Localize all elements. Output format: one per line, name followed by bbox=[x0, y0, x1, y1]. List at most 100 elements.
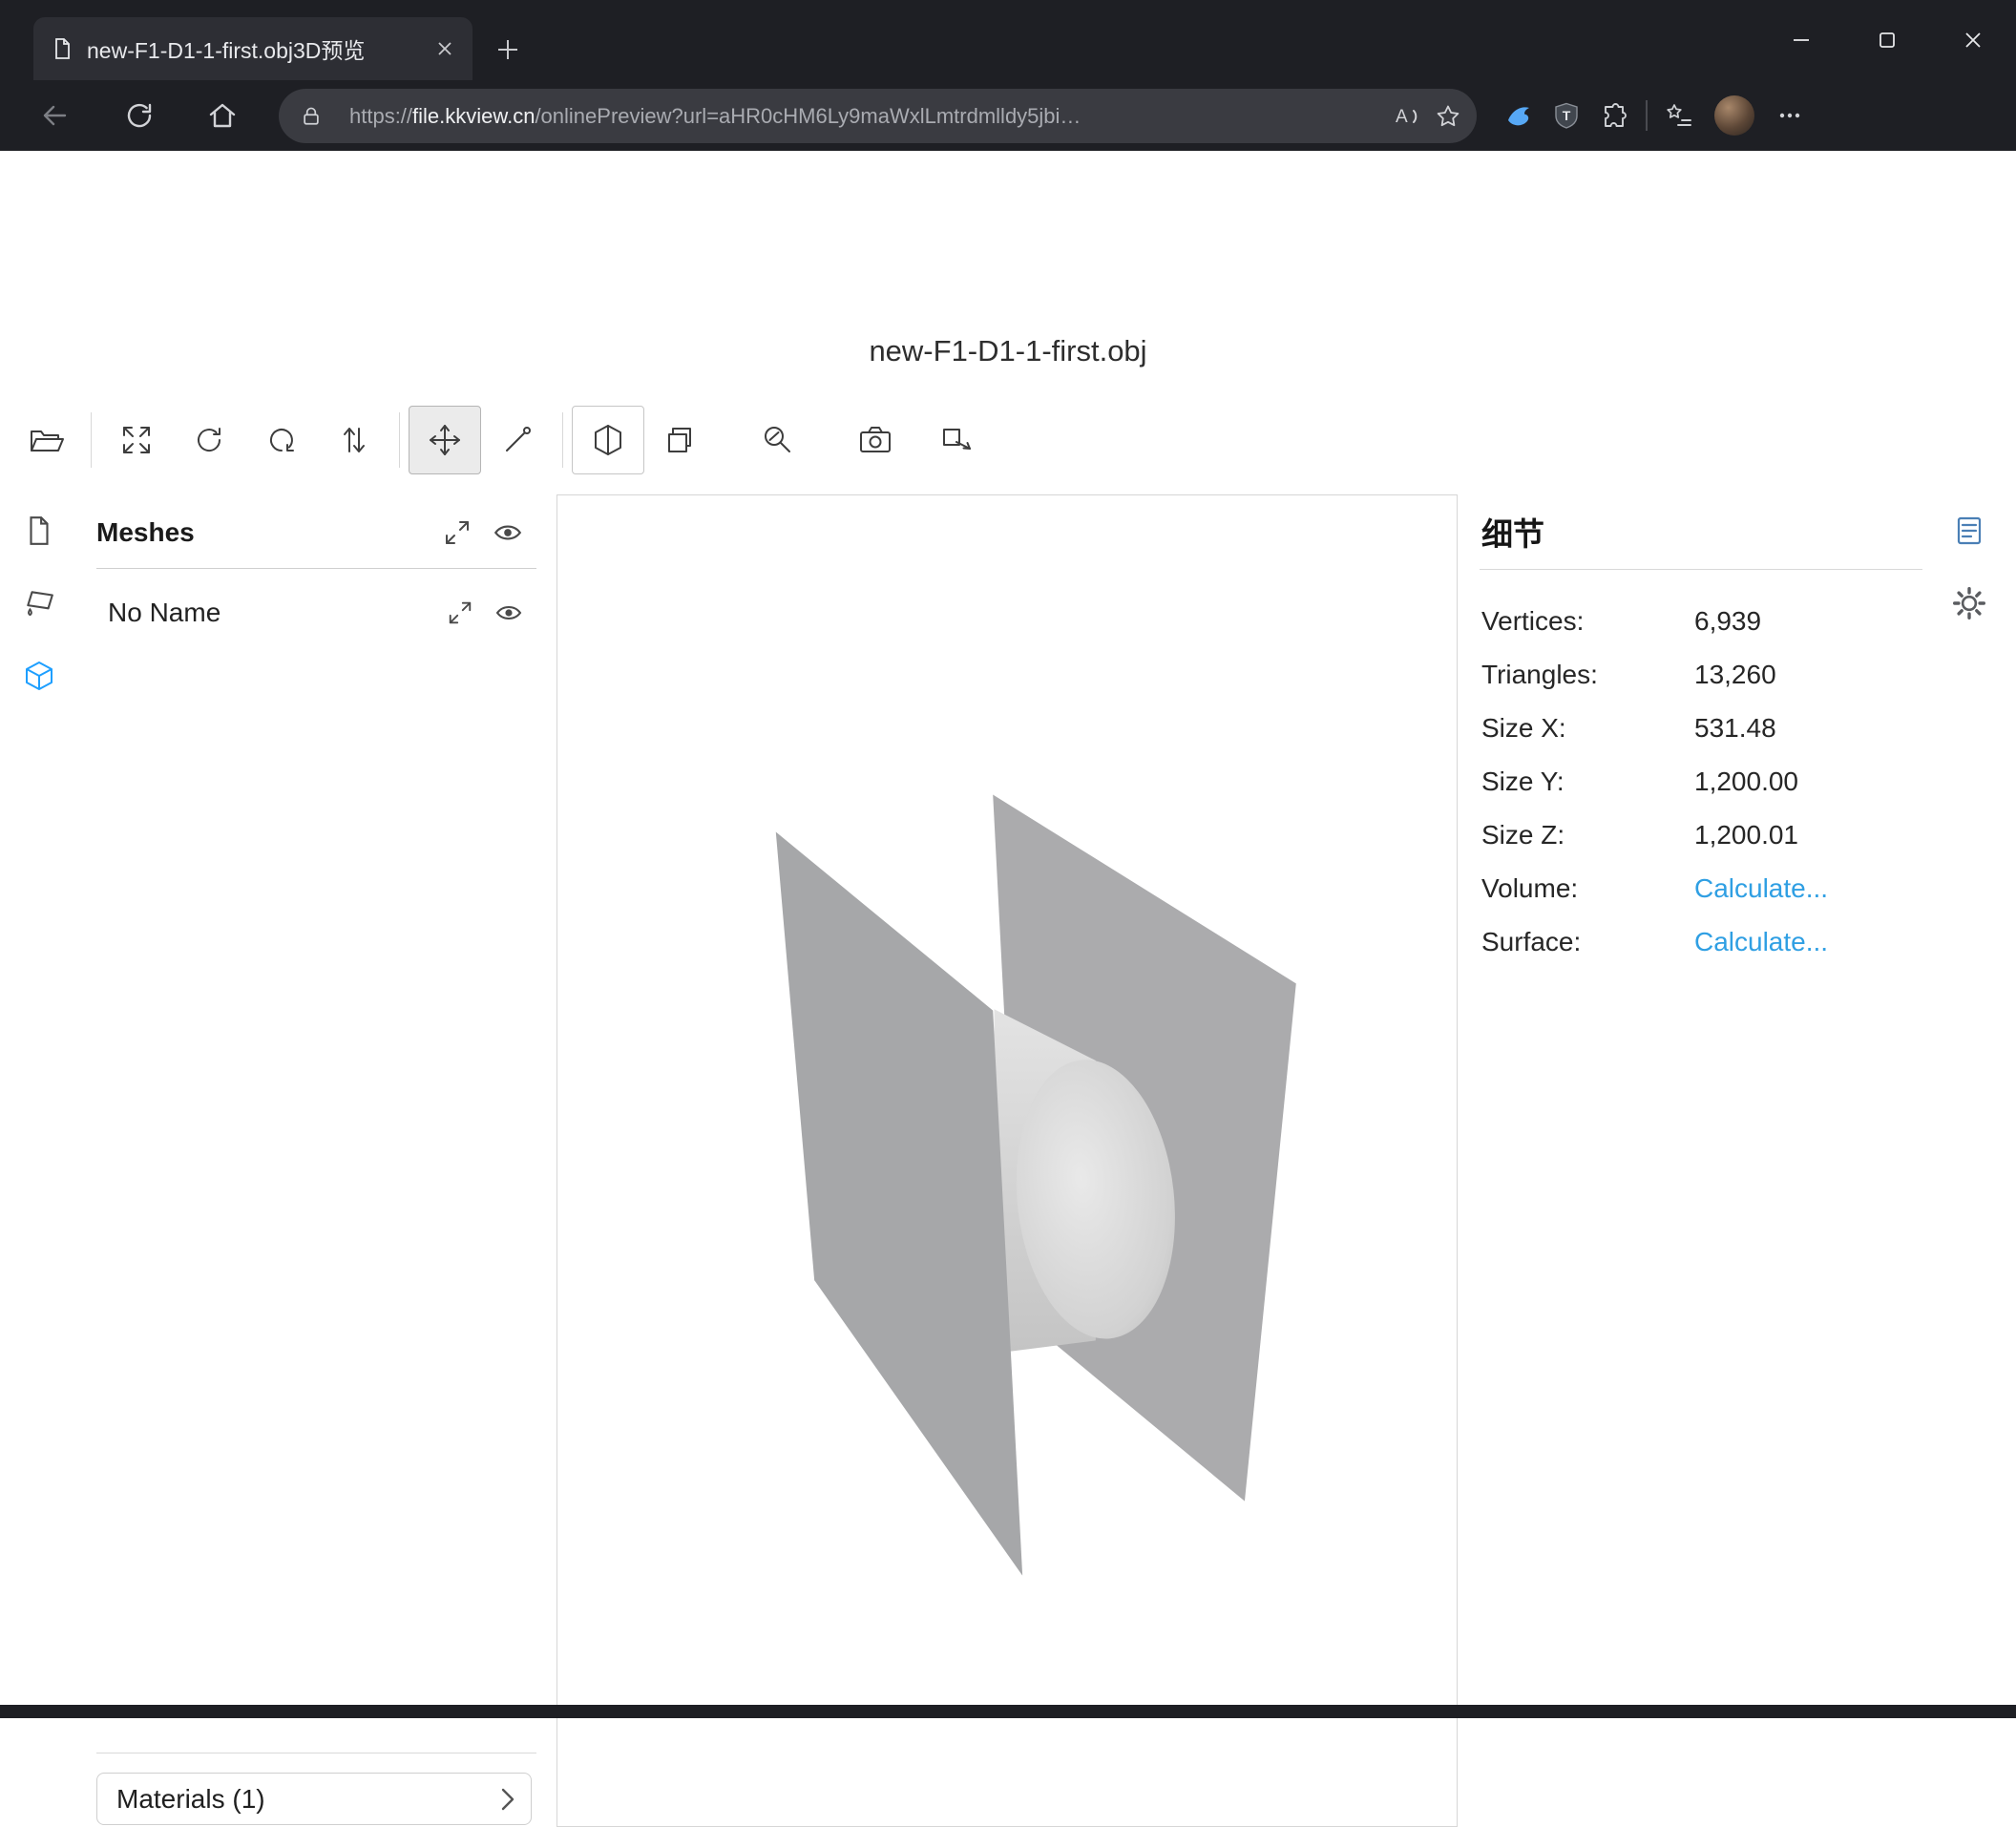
viewer-toolbar bbox=[10, 403, 994, 477]
volume-calculate-link[interactable]: Calculate... bbox=[1694, 873, 1828, 904]
url-path: /onlinePreview?url=aHR0cHM6Ly9maWxlLmtrd… bbox=[535, 104, 1081, 128]
detail-row-volume: Volume: Calculate... bbox=[1481, 862, 1922, 915]
favorites-bar-button[interactable] bbox=[1655, 92, 1703, 139]
home-button[interactable] bbox=[199, 92, 246, 139]
url-host: file.kkview.cn bbox=[412, 104, 535, 128]
plus-icon bbox=[495, 37, 520, 62]
bird-extension-icon[interactable] bbox=[1495, 92, 1543, 139]
toolbar-flip-vertical-button[interactable] bbox=[318, 406, 390, 474]
window-bottom-edge bbox=[0, 1705, 2016, 1718]
detail-label: Size X: bbox=[1481, 713, 1566, 744]
window-controls bbox=[1758, 0, 2016, 80]
star-icon bbox=[1435, 103, 1461, 130]
toolbar-measure-button[interactable] bbox=[742, 406, 814, 474]
rail-model-button[interactable] bbox=[0, 640, 77, 712]
shield-extension-icon[interactable]: T bbox=[1543, 92, 1590, 139]
measure-icon bbox=[759, 421, 797, 459]
browser-tab[interactable]: new-F1-D1-1-first.obj3D预览 bbox=[33, 17, 472, 80]
ellipsis-icon bbox=[1775, 101, 1804, 130]
mesh-visibility-icon[interactable] bbox=[494, 598, 523, 627]
flip-vertical-icon bbox=[335, 421, 373, 459]
detail-label: Size Y: bbox=[1481, 766, 1564, 797]
lock-icon[interactable] bbox=[290, 95, 332, 137]
browser-titlebar: new-F1-D1-1-first.obj3D预览 bbox=[0, 0, 2016, 80]
model-cube-icon bbox=[22, 659, 56, 693]
minimize-icon bbox=[1793, 32, 1810, 49]
detail-label: Surface: bbox=[1481, 927, 1581, 957]
mesh-fit-icon[interactable] bbox=[447, 599, 473, 626]
toolbar-camera-button[interactable] bbox=[839, 406, 912, 474]
mesh-name: No Name bbox=[108, 598, 220, 628]
detail-label: Size Z: bbox=[1481, 820, 1564, 850]
address-bar[interactable]: https://file.kkview.cn/onlinePreview?url… bbox=[279, 89, 1477, 143]
detail-row-surface: Surface: Calculate... bbox=[1481, 915, 1922, 969]
back-button[interactable] bbox=[31, 92, 78, 139]
refresh-icon bbox=[124, 100, 155, 131]
rail-settings-button[interactable] bbox=[1922, 567, 2016, 640]
favorite-button[interactable] bbox=[1427, 95, 1469, 137]
new-tab-button[interactable] bbox=[489, 31, 527, 69]
refresh-button[interactable] bbox=[116, 92, 163, 139]
close-button[interactable] bbox=[1930, 0, 2016, 80]
left-rail bbox=[0, 494, 77, 712]
maximize-button[interactable] bbox=[1844, 0, 1930, 80]
detail-row-size-x: Size X: 531.48 bbox=[1481, 702, 1922, 755]
detail-value: 531.48 bbox=[1694, 713, 1776, 744]
toolbar-fit-view-button[interactable] bbox=[100, 406, 173, 474]
svg-text:T: T bbox=[1563, 108, 1571, 123]
box-view-icon bbox=[662, 421, 700, 459]
toolbar-pan-button[interactable] bbox=[409, 406, 481, 474]
surface-calculate-link[interactable]: Calculate... bbox=[1694, 927, 1828, 957]
rail-materials-button[interactable] bbox=[0, 567, 77, 640]
rail-file-info-button[interactable] bbox=[0, 494, 77, 567]
minimize-button[interactable] bbox=[1758, 0, 1844, 80]
meshes-title: Meshes bbox=[96, 517, 195, 548]
details-list-icon bbox=[1952, 514, 1986, 548]
url-text[interactable]: https://file.kkview.cn/onlinePreview?url… bbox=[349, 104, 1385, 129]
toolbar-rotate-x-button[interactable] bbox=[173, 406, 245, 474]
tab-favicon-icon bbox=[51, 37, 74, 60]
materials-button[interactable]: Materials (1) bbox=[96, 1773, 532, 1825]
toolbar-rotate-z-button[interactable] bbox=[245, 406, 318, 474]
material-icon bbox=[23, 587, 55, 620]
home-icon bbox=[207, 100, 238, 131]
meshes-fit-icon[interactable] bbox=[443, 518, 472, 547]
detail-label: Vertices: bbox=[1481, 606, 1584, 637]
right-rail bbox=[1922, 494, 2016, 640]
extension-area: T bbox=[1495, 92, 1814, 139]
detail-value: 1,200.01 bbox=[1694, 820, 1798, 850]
mesh-list-item[interactable]: No Name bbox=[96, 586, 536, 640]
toolbar-divider bbox=[562, 412, 563, 468]
meshes-visibility-icon[interactable] bbox=[493, 517, 523, 548]
detail-row-size-y: Size Y: 1,200.00 bbox=[1481, 755, 1922, 808]
detail-value: 1,200.00 bbox=[1694, 766, 1798, 797]
rail-details-toggle-button[interactable] bbox=[1922, 494, 2016, 567]
toolbar-divider bbox=[91, 412, 92, 468]
maximize-icon bbox=[1879, 32, 1896, 49]
toolbar-open-button[interactable] bbox=[10, 406, 82, 474]
browser-menu-button[interactable] bbox=[1766, 92, 1814, 139]
tab-close-icon[interactable] bbox=[430, 34, 459, 63]
camera-icon bbox=[856, 421, 894, 459]
read-aloud-button[interactable]: A bbox=[1385, 95, 1427, 137]
toolbar-divider bbox=[1646, 100, 1648, 131]
detail-row-size-z: Size Z: 1,200.01 bbox=[1481, 808, 1922, 862]
divider bbox=[1480, 569, 1922, 570]
toolbar-perspective-button[interactable] bbox=[572, 406, 644, 474]
draw-line-icon bbox=[498, 421, 536, 459]
toolbar-draw-line-button[interactable] bbox=[481, 406, 554, 474]
toolbar-export-button[interactable] bbox=[921, 406, 994, 474]
profile-avatar[interactable] bbox=[1714, 95, 1754, 136]
extensions-puzzle-icon[interactable] bbox=[1590, 92, 1638, 139]
detail-label: Volume: bbox=[1481, 873, 1578, 904]
meshes-header: Meshes bbox=[96, 508, 536, 557]
chevron-right-icon bbox=[500, 1787, 515, 1812]
toolbar-box-button[interactable] bbox=[644, 406, 717, 474]
model-viewport[interactable] bbox=[556, 494, 1458, 1827]
favorites-star-list-icon bbox=[1665, 101, 1693, 130]
export-icon bbox=[938, 421, 976, 459]
tab-title: new-F1-D1-1-first.obj3D预览 bbox=[87, 32, 365, 65]
url-scheme: https:// bbox=[349, 104, 412, 128]
left-plane bbox=[776, 832, 1022, 1576]
toolbar-divider bbox=[399, 412, 400, 468]
